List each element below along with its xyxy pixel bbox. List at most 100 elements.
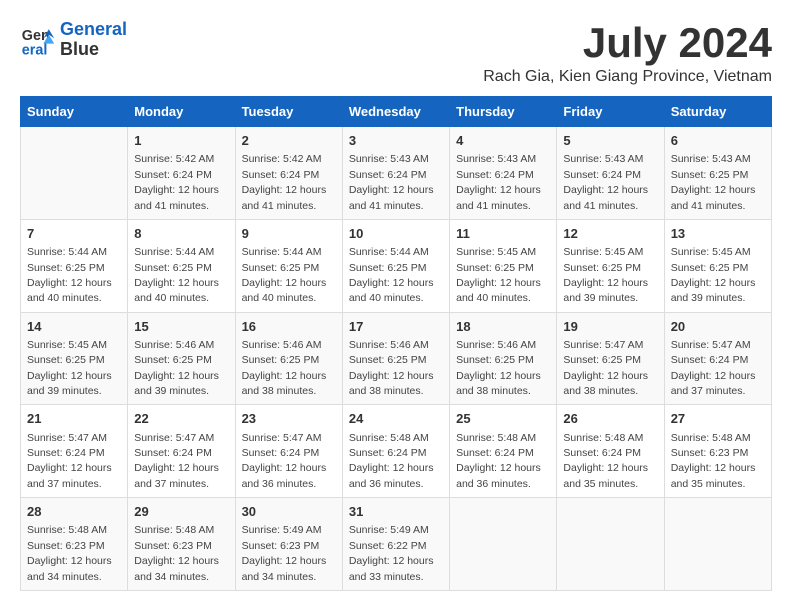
calendar-header-row: SundayMondayTuesdayWednesdayThursdayFrid… [21, 97, 772, 127]
page-subtitle: Rach Gia, Kien Giang Province, Vietnam [483, 68, 772, 86]
calendar-cell [21, 127, 128, 220]
calendar-cell: 9 Sunrise: 5:44 AMSunset: 6:25 PMDaylight… [235, 219, 342, 312]
day-number: 19 [563, 318, 657, 336]
calendar-cell: 25 Sunrise: 5:48 AMSunset: 6:24 PMDayligh… [450, 405, 557, 498]
day-number: 31 [349, 503, 443, 521]
calendar-cell: 19 Sunrise: 5:47 AMSunset: 6:25 PMDayligh… [557, 312, 664, 405]
cell-info: Sunrise: 5:43 AMSunset: 6:24 PMDaylight:… [563, 153, 648, 211]
day-number: 30 [242, 503, 336, 521]
calendar-cell: 27 Sunrise: 5:48 AMSunset: 6:23 PMDayligh… [664, 405, 771, 498]
day-number: 25 [456, 410, 550, 428]
day-number: 8 [134, 225, 228, 243]
day-number: 9 [242, 225, 336, 243]
calendar-cell: 29 Sunrise: 5:48 AMSunset: 6:23 PMDayligh… [128, 498, 235, 591]
calendar-cell: 14 Sunrise: 5:45 AMSunset: 6:25 PMDayligh… [21, 312, 128, 405]
day-number: 14 [27, 318, 121, 336]
cell-info: Sunrise: 5:46 AMSunset: 6:25 PMDaylight:… [242, 339, 327, 397]
cell-info: Sunrise: 5:46 AMSunset: 6:25 PMDaylight:… [456, 339, 541, 397]
cell-info: Sunrise: 5:45 AMSunset: 6:25 PMDaylight:… [671, 246, 756, 304]
cell-info: Sunrise: 5:47 AMSunset: 6:24 PMDaylight:… [134, 432, 219, 490]
day-number: 18 [456, 318, 550, 336]
day-number: 15 [134, 318, 228, 336]
cell-info: Sunrise: 5:49 AMSunset: 6:22 PMDaylight:… [349, 524, 434, 582]
cell-info: Sunrise: 5:47 AMSunset: 6:25 PMDaylight:… [563, 339, 648, 397]
calendar-cell: 13 Sunrise: 5:45 AMSunset: 6:25 PMDayligh… [664, 219, 771, 312]
cell-info: Sunrise: 5:48 AMSunset: 6:23 PMDaylight:… [134, 524, 219, 582]
logo: Gen eral General Blue [20, 20, 127, 60]
cell-info: Sunrise: 5:48 AMSunset: 6:23 PMDaylight:… [27, 524, 112, 582]
cell-info: Sunrise: 5:45 AMSunset: 6:25 PMDaylight:… [456, 246, 541, 304]
calendar-cell: 3 Sunrise: 5:43 AMSunset: 6:24 PMDaylight… [342, 127, 449, 220]
calendar-cell: 5 Sunrise: 5:43 AMSunset: 6:24 PMDaylight… [557, 127, 664, 220]
cell-info: Sunrise: 5:48 AMSunset: 6:24 PMDaylight:… [349, 432, 434, 490]
title-section: July 2024 Rach Gia, Kien Giang Province,… [483, 20, 772, 86]
cell-info: Sunrise: 5:45 AMSunset: 6:25 PMDaylight:… [27, 339, 112, 397]
calendar-cell: 8 Sunrise: 5:44 AMSunset: 6:25 PMDaylight… [128, 219, 235, 312]
day-number: 24 [349, 410, 443, 428]
header-thursday: Thursday [450, 97, 557, 127]
day-number: 16 [242, 318, 336, 336]
calendar-cell: 12 Sunrise: 5:45 AMSunset: 6:25 PMDayligh… [557, 219, 664, 312]
day-number: 11 [456, 225, 550, 243]
cell-info: Sunrise: 5:47 AMSunset: 6:24 PMDaylight:… [671, 339, 756, 397]
day-number: 5 [563, 132, 657, 150]
calendar-cell: 7 Sunrise: 5:44 AMSunset: 6:25 PMDaylight… [21, 219, 128, 312]
calendar-cell: 24 Sunrise: 5:48 AMSunset: 6:24 PMDayligh… [342, 405, 449, 498]
calendar-week-3: 14 Sunrise: 5:45 AMSunset: 6:25 PMDayligh… [21, 312, 772, 405]
calendar-cell: 1 Sunrise: 5:42 AMSunset: 6:24 PMDaylight… [128, 127, 235, 220]
cell-info: Sunrise: 5:42 AMSunset: 6:24 PMDaylight:… [134, 153, 219, 211]
cell-info: Sunrise: 5:44 AMSunset: 6:25 PMDaylight:… [134, 246, 219, 304]
day-number: 26 [563, 410, 657, 428]
cell-info: Sunrise: 5:42 AMSunset: 6:24 PMDaylight:… [242, 153, 327, 211]
cell-info: Sunrise: 5:46 AMSunset: 6:25 PMDaylight:… [134, 339, 219, 397]
calendar-cell: 22Sunrise: 5:47 AMSunset: 6:24 PMDayligh… [128, 405, 235, 498]
day-number: 3 [349, 132, 443, 150]
cell-info: Sunrise: 5:44 AMSunset: 6:25 PMDaylight:… [349, 246, 434, 304]
page-header: Gen eral General Blue July 2024 Rach Gia… [20, 20, 772, 86]
logo-text-line1: General [60, 20, 127, 40]
day-number: 1 [134, 132, 228, 150]
calendar-table: SundayMondayTuesdayWednesdayThursdayFrid… [20, 96, 772, 591]
cell-info: Sunrise: 5:48 AMSunset: 6:24 PMDaylight:… [456, 432, 541, 490]
cell-info: Sunrise: 5:49 AMSunset: 6:23 PMDaylight:… [242, 524, 327, 582]
calendar-cell: 18 Sunrise: 5:46 AMSunset: 6:25 PMDayligh… [450, 312, 557, 405]
header-sunday: Sunday [21, 97, 128, 127]
calendar-cell: 21 Sunrise: 5:47 AMSunset: 6:24 PMDayligh… [21, 405, 128, 498]
header-friday: Friday [557, 97, 664, 127]
logo-icon: Gen eral [20, 22, 56, 58]
calendar-cell [664, 498, 771, 591]
calendar-cell: 10Sunrise: 5:44 AMSunset: 6:25 PMDayligh… [342, 219, 449, 312]
cell-info: Sunrise: 5:43 AMSunset: 6:24 PMDaylight:… [456, 153, 541, 211]
cell-info: Sunrise: 5:44 AMSunset: 6:25 PMDaylight:… [242, 246, 327, 304]
cell-info: Sunrise: 5:48 AMSunset: 6:23 PMDaylight:… [671, 432, 756, 490]
day-number: 21 [27, 410, 121, 428]
calendar-cell: 28 Sunrise: 5:48 AMSunset: 6:23 PMDayligh… [21, 498, 128, 591]
calendar-week-4: 21 Sunrise: 5:47 AMSunset: 6:24 PMDayligh… [21, 405, 772, 498]
day-number: 12 [563, 225, 657, 243]
header-wednesday: Wednesday [342, 97, 449, 127]
cell-info: Sunrise: 5:47 AMSunset: 6:24 PMDaylight:… [27, 432, 112, 490]
calendar-cell: 20Sunrise: 5:47 AMSunset: 6:24 PMDayligh… [664, 312, 771, 405]
cell-info: Sunrise: 5:43 AMSunset: 6:24 PMDaylight:… [349, 153, 434, 211]
day-number: 17 [349, 318, 443, 336]
svg-text:eral: eral [22, 42, 48, 58]
page-title: July 2024 [483, 20, 772, 66]
day-number: 27 [671, 410, 765, 428]
day-number: 6 [671, 132, 765, 150]
day-number: 28 [27, 503, 121, 521]
cell-info: Sunrise: 5:43 AMSunset: 6:25 PMDaylight:… [671, 153, 756, 211]
calendar-week-2: 7 Sunrise: 5:44 AMSunset: 6:25 PMDaylight… [21, 219, 772, 312]
calendar-cell: 23Sunrise: 5:47 AMSunset: 6:24 PMDayligh… [235, 405, 342, 498]
day-number: 29 [134, 503, 228, 521]
day-number: 23 [242, 410, 336, 428]
header-saturday: Saturday [664, 97, 771, 127]
cell-info: Sunrise: 5:44 AMSunset: 6:25 PMDaylight:… [27, 246, 112, 304]
cell-info: Sunrise: 5:45 AMSunset: 6:25 PMDaylight:… [563, 246, 648, 304]
day-number: 7 [27, 225, 121, 243]
day-number: 13 [671, 225, 765, 243]
logo-text-line2: Blue [60, 40, 127, 60]
day-number: 2 [242, 132, 336, 150]
calendar-cell: 17Sunrise: 5:46 AMSunset: 6:25 PMDayligh… [342, 312, 449, 405]
calendar-cell: 30 Sunrise: 5:49 AMSunset: 6:23 PMDayligh… [235, 498, 342, 591]
calendar-week-5: 28 Sunrise: 5:48 AMSunset: 6:23 PMDayligh… [21, 498, 772, 591]
